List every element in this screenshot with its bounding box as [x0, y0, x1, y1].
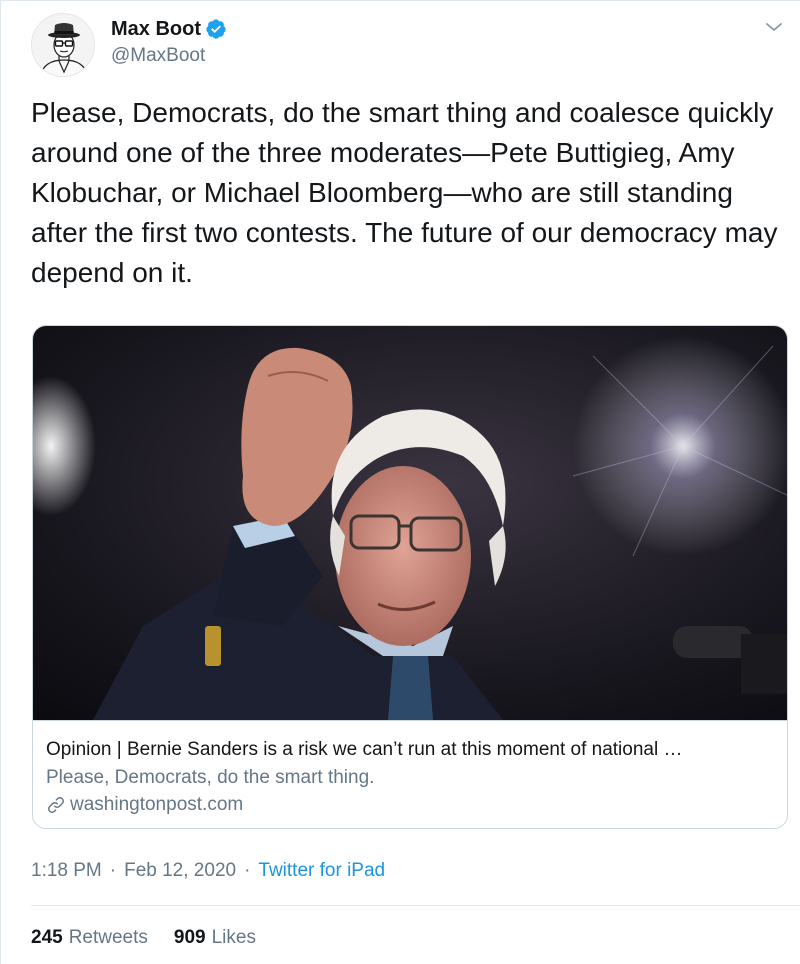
tweet-source-link[interactable]: Twitter for iPad — [258, 859, 385, 883]
tweet-text: Please, Democrats, do the smart thing an… — [31, 97, 778, 288]
card-domain-row[interactable]: washingtonpost.com — [46, 794, 243, 816]
tweet-date[interactable]: Feb 12, 2020 — [124, 859, 236, 883]
likes-stat[interactable]: 909 Likes — [174, 926, 256, 950]
retweets-count: 245 — [31, 927, 63, 948]
chevron-down-icon[interactable] — [762, 15, 786, 39]
card-image — [33, 326, 787, 720]
avatar[interactable] — [31, 13, 95, 77]
tweet-stats: 245 Retweets 909 Likes — [31, 926, 282, 950]
link-icon — [48, 797, 64, 813]
avatar-illustration-icon — [32, 14, 94, 76]
divider — [31, 905, 800, 906]
card-meta: Opinion | Bernie Sanders is a risk we ca… — [33, 720, 787, 828]
likes-label: Likes — [211, 927, 256, 948]
likes-count: 909 — [173, 927, 206, 948]
separator-dot: · — [109, 860, 117, 881]
verified-badge-icon — [206, 19, 226, 39]
author-name-row: Max Boot — [111, 17, 227, 41]
card-domain: washingtonpost.com — [70, 794, 244, 815]
tweet-time[interactable]: 1:18 PM — [31, 859, 102, 883]
tweet-meta: 1:18 PM · Feb 12, 2020 · Twitter for iPa… — [31, 859, 385, 883]
card-title[interactable]: Opinion | Bernie Sanders is a risk we ca… — [46, 739, 774, 761]
retweets-label: Retweets — [68, 927, 148, 948]
author-display-name[interactable]: Max Boot — [111, 17, 201, 41]
card-description: Please, Democrats, do the smart thing. — [46, 767, 375, 788]
retweets-stat[interactable]: 245 Retweets — [31, 926, 148, 950]
tweet: Max Boot @MaxBoot Please, Democrats, do … — [0, 0, 800, 964]
link-card[interactable]: Opinion | Bernie Sanders is a risk we ca… — [32, 325, 788, 829]
separator-dot: · — [244, 860, 251, 881]
author-handle[interactable]: @MaxBoot — [111, 45, 205, 67]
